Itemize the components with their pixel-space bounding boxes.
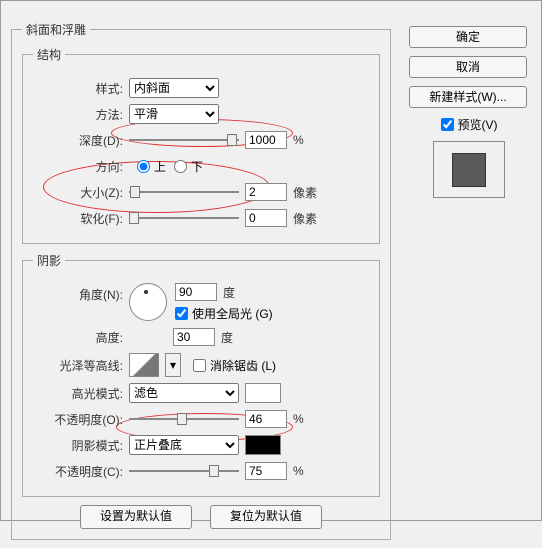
style-label: 样式: (33, 80, 123, 97)
angle-label: 角度(N): (33, 286, 123, 303)
sh-opacity-unit: % (293, 464, 304, 478)
angle-input[interactable] (175, 283, 217, 301)
altitude-label: 高度: (33, 329, 123, 346)
soften-unit: 像素 (293, 210, 317, 227)
hl-mode-select[interactable]: 滤色 (129, 383, 239, 403)
hl-opacity-unit: % (293, 412, 304, 426)
gloss-dropdown-icon[interactable]: ▾ (165, 353, 181, 377)
soften-label: 软化(F): (33, 210, 123, 227)
altitude-input[interactable] (173, 328, 215, 346)
depth-input[interactable] (245, 131, 287, 149)
hl-opacity-slider[interactable] (129, 412, 239, 426)
depth-label: 深度(D): (33, 132, 123, 149)
gloss-label: 光泽等高线: (33, 357, 123, 374)
preview-label: 预览(V) (458, 116, 498, 133)
dialog-window: 斜面和浮雕 结构 样式: 内斜面 方法: 平滑 深度(D): (0, 0, 542, 521)
preview-swatch (452, 153, 486, 187)
depth-unit: % (293, 133, 304, 147)
hl-opacity-input[interactable] (245, 410, 287, 428)
new-style-button[interactable]: 新建样式(W)... (409, 86, 527, 108)
direction-label: 方向: (33, 158, 123, 175)
soften-slider[interactable] (129, 211, 239, 225)
make-default-button[interactable]: 设置为默认值 (80, 505, 192, 529)
direction-up-label: 上 (154, 158, 166, 175)
global-light-label: 使用全局光 (G) (192, 305, 273, 322)
hl-opacity-label: 不透明度(O): (33, 411, 123, 428)
cancel-button[interactable]: 取消 (409, 56, 527, 78)
preview-box (433, 141, 505, 198)
sh-mode-label: 阴影模式: (33, 437, 123, 454)
method-label: 方法: (33, 106, 123, 123)
gloss-contour-picker[interactable] (129, 353, 159, 377)
size-slider[interactable] (129, 185, 239, 199)
size-label: 大小(Z): (33, 184, 123, 201)
sh-opacity-input[interactable] (245, 462, 287, 480)
hl-color-swatch[interactable] (245, 383, 281, 403)
angle-unit: 度 (223, 284, 235, 301)
sh-opacity-slider[interactable] (129, 464, 239, 478)
size-unit: 像素 (293, 184, 317, 201)
altitude-unit: 度 (221, 329, 233, 346)
antialias-checkbox[interactable] (193, 359, 206, 372)
ok-button[interactable]: 确定 (409, 26, 527, 48)
soften-input[interactable] (245, 209, 287, 227)
depth-slider[interactable] (129, 133, 239, 147)
sh-color-swatch[interactable] (245, 435, 281, 455)
antialias-label: 消除锯齿 (L) (210, 357, 276, 374)
structure-legend: 结构 (33, 46, 65, 63)
reset-default-button[interactable]: 复位为默认值 (210, 505, 322, 529)
method-select[interactable]: 平滑 (129, 104, 219, 124)
direction-up-radio[interactable] (137, 160, 150, 173)
structure-group: 结构 样式: 内斜面 方法: 平滑 深度(D): (22, 46, 380, 244)
size-input[interactable] (245, 183, 287, 201)
shading-group: 阴影 角度(N): 度 使用全局光 (G) (22, 252, 380, 497)
hl-mode-label: 高光模式: (33, 385, 123, 402)
global-light-checkbox[interactable] (175, 307, 188, 320)
bevel-emboss-legend: 斜面和浮雕 (22, 21, 90, 38)
sh-opacity-label: 不透明度(C): (33, 463, 123, 480)
style-select[interactable]: 内斜面 (129, 78, 219, 98)
preview-checkbox[interactable] (441, 118, 454, 131)
direction-down-radio[interactable] (174, 160, 187, 173)
bevel-emboss-group: 斜面和浮雕 结构 样式: 内斜面 方法: 平滑 深度(D): (11, 21, 391, 540)
shading-legend: 阴影 (33, 252, 65, 269)
angle-widget[interactable] (129, 283, 167, 321)
sh-mode-select[interactable]: 正片叠底 (129, 435, 239, 455)
direction-down-label: 下 (191, 158, 203, 175)
